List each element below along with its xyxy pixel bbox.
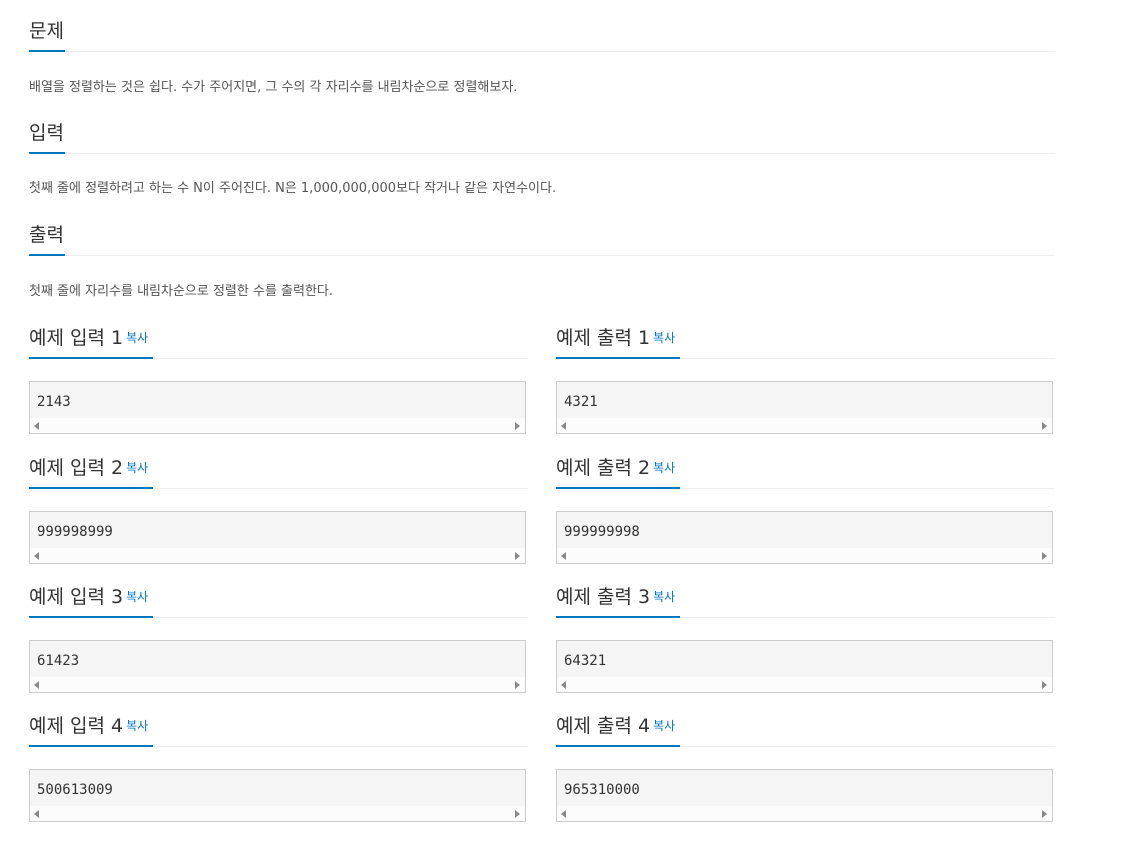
scroll-left-arrow-icon[interactable] [34, 552, 39, 560]
sample-data-box[interactable]: 64321 [556, 640, 1053, 693]
title-underline [29, 487, 153, 489]
sample-data-box[interactable]: 4321 [556, 381, 1053, 434]
copy-button[interactable]: 복사 [653, 331, 675, 345]
horizontal-scrollbar[interactable] [557, 677, 1052, 692]
copy-button[interactable]: 복사 [653, 590, 675, 604]
sample-value: 64321 [564, 653, 607, 669]
title-underline [556, 487, 680, 489]
sample-output-title-text: 예제 출력 3 [556, 586, 651, 608]
sample-input-title: 예제 입력 3 복사 [29, 585, 148, 609]
horizontal-scrollbar[interactable] [557, 418, 1052, 433]
input-headline: 입력 [29, 102, 1055, 154]
sample-data-box[interactable]: 999999998 [556, 511, 1053, 564]
horizontal-scrollbar[interactable] [557, 548, 1052, 563]
copy-button[interactable]: 복사 [126, 331, 148, 345]
copy-button[interactable]: 복사 [653, 461, 675, 475]
scroll-right-arrow-icon[interactable] [515, 810, 520, 818]
horizontal-scrollbar[interactable] [30, 418, 525, 433]
scroll-right-arrow-icon[interactable] [1042, 681, 1047, 689]
sample-data-box[interactable]: 61423 [29, 640, 526, 693]
input-title: 입력 [29, 122, 64, 144]
title-underline [556, 745, 680, 747]
problem-section: 문제 [29, 0, 1055, 52]
title-underline [29, 745, 153, 747]
scroll-right-arrow-icon[interactable] [1042, 422, 1047, 430]
sample-output-title: 예제 출력 1 복사 [556, 326, 675, 350]
scroll-left-arrow-icon[interactable] [561, 552, 566, 560]
title-underline [556, 357, 680, 359]
scroll-right-arrow-icon[interactable] [515, 552, 520, 560]
output-headline: 출력 [29, 204, 1055, 256]
horizontal-scrollbar[interactable] [30, 677, 525, 692]
scroll-left-arrow-icon[interactable] [561, 422, 566, 430]
divider [29, 255, 1055, 256]
input-description: 첫째 줄에 정렬하려고 하는 수 N이 주어진다. N은 1,000,000,0… [29, 181, 557, 196]
scroll-left-arrow-icon[interactable] [561, 810, 566, 818]
title-underline [29, 152, 65, 154]
horizontal-scrollbar[interactable] [30, 548, 525, 563]
sample-input-title: 예제 입력 4 복사 [29, 714, 148, 738]
problem-title: 문제 [29, 20, 64, 42]
sample-data-box[interactable]: 999998999 [29, 511, 526, 564]
scroll-left-arrow-icon[interactable] [561, 681, 566, 689]
scroll-right-arrow-icon[interactable] [1042, 810, 1047, 818]
sample-output-title: 예제 출력 4 복사 [556, 714, 675, 738]
sample-input-title-text: 예제 입력 1 [29, 327, 124, 349]
scroll-left-arrow-icon[interactable] [34, 810, 39, 818]
divider [29, 153, 1055, 154]
sample-data-box[interactable]: 2143 [29, 381, 526, 434]
sample-value: 500613009 [37, 782, 113, 798]
output-description: 첫째 줄에 자리수를 내림차순으로 정렬한 수를 출력한다. [29, 284, 334, 299]
horizontal-scrollbar[interactable] [30, 806, 525, 821]
problem-headline: 문제 [29, 0, 1055, 52]
scroll-left-arrow-icon[interactable] [34, 422, 39, 430]
output-title: 출력 [29, 224, 64, 246]
input-section: 입력 [29, 102, 1055, 154]
sample-value: 965310000 [564, 782, 640, 798]
sample-input-title: 예제 입력 1 복사 [29, 326, 148, 350]
copy-button[interactable]: 복사 [126, 719, 148, 733]
sample-value: 2143 [37, 394, 71, 410]
sample-value: 999998999 [37, 524, 113, 540]
horizontal-scrollbar[interactable] [557, 806, 1052, 821]
title-underline [29, 254, 65, 256]
sample-output-title: 예제 출력 3 복사 [556, 585, 675, 609]
copy-button[interactable]: 복사 [126, 590, 148, 604]
scroll-left-arrow-icon[interactable] [34, 681, 39, 689]
sample-output-title-text: 예제 출력 2 [556, 457, 651, 479]
problem-description: 배열을 정렬하는 것은 쉽다. 수가 주어지면, 그 수의 각 자리수를 내림차… [29, 80, 518, 95]
sample-value: 61423 [37, 653, 80, 669]
scroll-right-arrow-icon[interactable] [1042, 552, 1047, 560]
sample-input-title-text: 예제 입력 4 [29, 715, 124, 737]
copy-button[interactable]: 복사 [653, 719, 675, 733]
copy-button[interactable]: 복사 [126, 461, 148, 475]
sample-input-title-text: 예제 입력 2 [29, 457, 124, 479]
sample-output-title-text: 예제 출력 4 [556, 715, 651, 737]
title-underline [556, 616, 680, 618]
scroll-right-arrow-icon[interactable] [515, 681, 520, 689]
title-underline [29, 50, 65, 52]
scroll-right-arrow-icon[interactable] [515, 422, 520, 430]
output-section: 출력 [29, 204, 1055, 256]
divider [29, 51, 1055, 52]
sample-value: 999999998 [564, 524, 640, 540]
sample-data-box[interactable]: 500613009 [29, 769, 526, 822]
title-underline [29, 357, 153, 359]
sample-data-box[interactable]: 965310000 [556, 769, 1053, 822]
title-underline [29, 616, 153, 618]
sample-value: 4321 [564, 394, 598, 410]
sample-output-title: 예제 출력 2 복사 [556, 456, 675, 480]
sample-input-title: 예제 입력 2 복사 [29, 456, 148, 480]
sample-output-title-text: 예제 출력 1 [556, 327, 651, 349]
sample-input-title-text: 예제 입력 3 [29, 586, 124, 608]
